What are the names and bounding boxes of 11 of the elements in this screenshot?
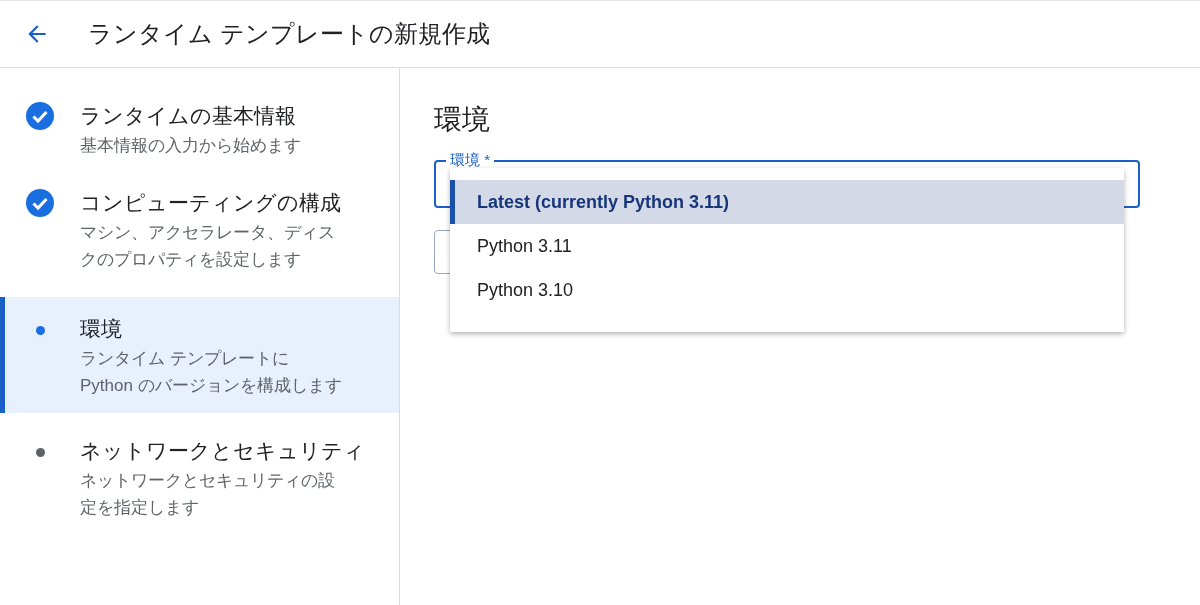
step-title: コンピューティングの構成 (80, 190, 342, 216)
page-title: ランタイム テンプレートの新規作成 (88, 19, 490, 49)
step-description: 基本情報の入力から始めます (80, 135, 302, 157)
step-description: ネットワークとセキュリティの設定を指定します (80, 470, 336, 519)
step-title: ランタイムの基本情報 (80, 103, 297, 129)
section-heading: 環境 (434, 103, 491, 137)
step-title: 環境 (80, 316, 123, 342)
step-description: マシン、アクセラレータ、ディスクのプロパティを設定します (80, 222, 336, 271)
field-label: 環境 * (446, 151, 494, 170)
step-title: ネットワークとセキュリティ (80, 438, 366, 464)
step-description: ランタイム テンプレートに Python のバージョンを構成します (80, 348, 342, 397)
